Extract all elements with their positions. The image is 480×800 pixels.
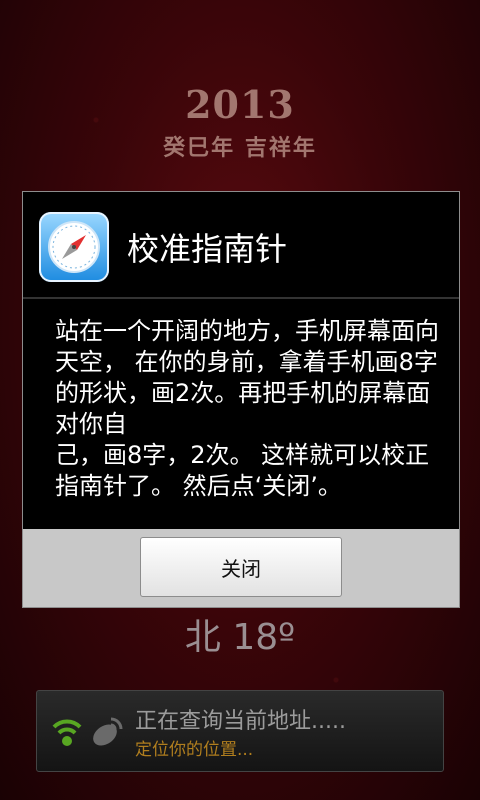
- dialog-title: 校准指南针: [127, 230, 288, 268]
- wifi-icon: [52, 719, 82, 746]
- status-main-text: 正在查询当前地址.....: [135, 709, 346, 734]
- compass-heading: 北 18º: [184, 617, 296, 658]
- location-status-bar: 正在查询当前地址..... 定位你的位置...: [36, 690, 444, 772]
- compass-app-icon: [39, 212, 109, 282]
- calibration-dialog: 校准指南针 站在一个开阔的地方，手机屏幕面向天空， 在你的身前，拿着手机画8字的…: [22, 191, 460, 608]
- status-sub-text: 定位你的位置...: [135, 740, 254, 760]
- year-label: 2013: [185, 82, 295, 127]
- satellite-icon: [93, 717, 123, 746]
- dialog-message: 站在一个开阔的地方，手机屏幕面向天空， 在你的身前，拿着手机画8字的形状，画2次…: [55, 317, 439, 500]
- dialog-header: 校准指南针: [23, 192, 459, 299]
- close-button[interactable]: 关闭: [140, 537, 342, 597]
- dialog-footer: 关闭: [23, 529, 459, 607]
- year-subtitle: 癸巳年 吉祥年: [163, 135, 317, 161]
